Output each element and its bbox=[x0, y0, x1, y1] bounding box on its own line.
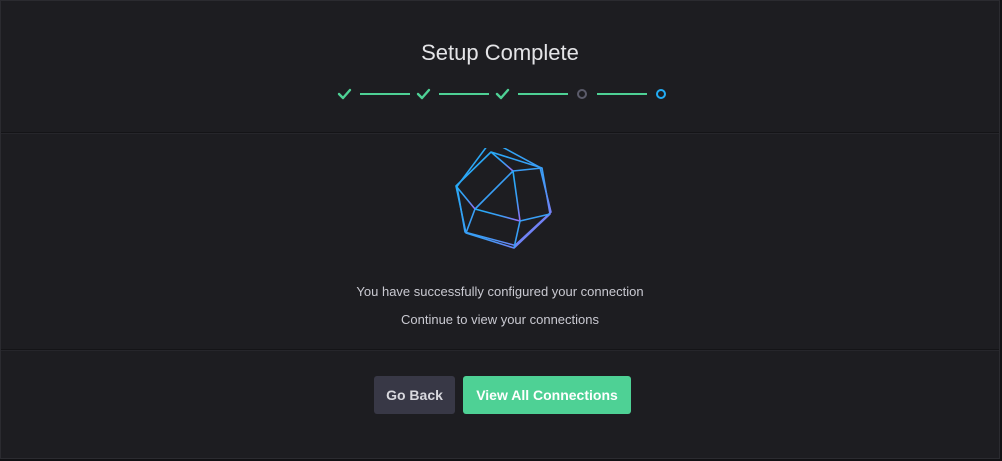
step-5-circle-icon bbox=[656, 89, 666, 99]
step-3-check-icon bbox=[495, 88, 510, 100]
step-1-check-icon bbox=[337, 88, 352, 100]
polyhedron-icon bbox=[451, 140, 555, 252]
dialog-footer: Go Back View All Connections bbox=[1, 350, 999, 460]
setup-complete-dialog: Setup Complete You have successfully con… bbox=[0, 0, 1000, 459]
dialog-title: Setup Complete bbox=[421, 40, 579, 65]
go-back-button[interactable]: Go Back bbox=[374, 376, 455, 414]
dialog-body: You have successfully configured your co… bbox=[1, 133, 999, 350]
step-2-check-icon bbox=[416, 88, 431, 100]
dialog-header: Setup Complete bbox=[1, 1, 999, 133]
success-message: You have successfully configured your co… bbox=[356, 284, 644, 299]
progress-stepper bbox=[331, 81, 671, 107]
continue-message: Continue to view your connections bbox=[400, 312, 599, 327]
view-all-connections-button[interactable]: View All Connections bbox=[463, 376, 631, 414]
step-4-circle-icon bbox=[577, 89, 587, 99]
